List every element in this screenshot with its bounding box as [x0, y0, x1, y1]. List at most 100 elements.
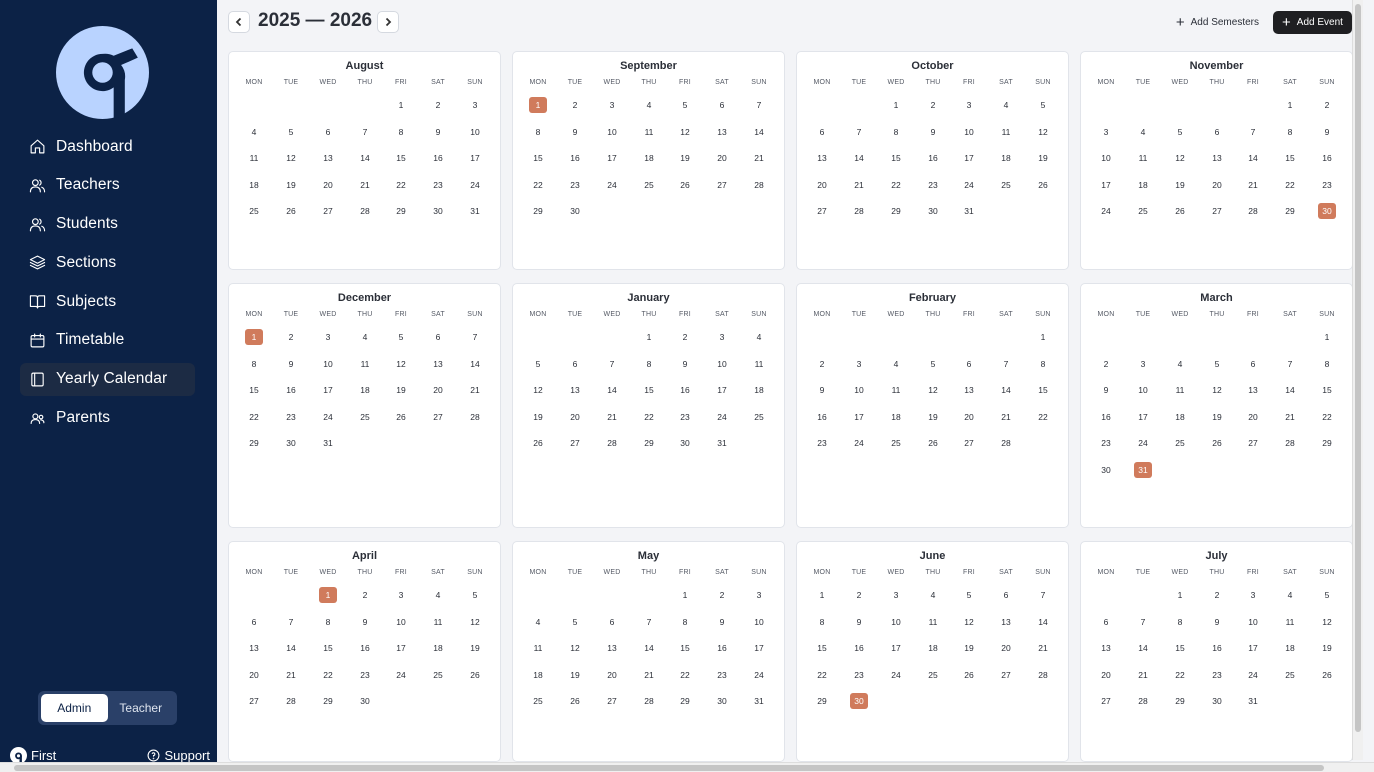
vertical-scrollbar[interactable] — [1352, 0, 1363, 760]
sidebar-item-yearly-calendar[interactable]: Yearly Calendar — [20, 362, 195, 396]
day-cell[interactable]: 5 — [566, 614, 584, 630]
day-cell[interactable]: 4 — [429, 587, 447, 603]
day-cell[interactable]: 10 — [887, 614, 905, 630]
day-cell[interactable]: 13 — [713, 124, 731, 140]
day-cell[interactable]: 1 — [1281, 97, 1299, 113]
day-cell[interactable]: 20 — [429, 382, 447, 398]
day-cell[interactable]: 6 — [566, 356, 584, 372]
day-cell[interactable]: 23 — [566, 177, 584, 193]
day-cell[interactable]: 27 — [960, 435, 978, 451]
day-cell[interactable]: 14 — [356, 150, 374, 166]
day-cell[interactable]: 25 — [750, 409, 768, 425]
day-cell[interactable]: 28 — [466, 409, 484, 425]
day-cell[interactable]: 23 — [1208, 667, 1226, 683]
day-cell[interactable]: 24 — [1097, 203, 1115, 219]
day-cell[interactable]: 29 — [529, 203, 547, 219]
day-cell[interactable]: 30 — [1208, 693, 1226, 709]
day-cell[interactable]: 3 — [750, 587, 768, 603]
day-cell[interactable]: 30 — [566, 203, 584, 219]
day-cell[interactable]: 4 — [887, 356, 905, 372]
day-cell[interactable]: 27 — [997, 667, 1015, 683]
day-cell[interactable]: 25 — [245, 203, 263, 219]
day-cell[interactable]: 14 — [603, 382, 621, 398]
day-cell[interactable]: 17 — [1097, 177, 1115, 193]
day-cell[interactable]: 11 — [529, 640, 547, 656]
day-cell[interactable]: 19 — [1034, 150, 1052, 166]
day-cell[interactable]: 29 — [245, 435, 263, 451]
day-cell[interactable]: 26 — [1208, 435, 1226, 451]
day-cell[interactable]: 28 — [750, 177, 768, 193]
day-cell[interactable]: 28 — [1244, 203, 1262, 219]
day-cell[interactable]: 8 — [1318, 356, 1336, 372]
sidebar-item-students[interactable]: Students — [20, 208, 195, 241]
day-cell[interactable]: 2 — [813, 356, 831, 372]
day-cell[interactable]: 25 — [429, 667, 447, 683]
day-cell[interactable]: 23 — [713, 667, 731, 683]
day-cell[interactable]: 11 — [887, 382, 905, 398]
day-cell[interactable]: 18 — [1171, 409, 1189, 425]
day-cell[interactable]: 7 — [750, 97, 768, 113]
day-cell[interactable]: 4 — [1281, 587, 1299, 603]
day-cell[interactable]: 8 — [392, 124, 410, 140]
day-cell[interactable]: 25 — [529, 693, 547, 709]
day-cell[interactable]: 15 — [640, 382, 658, 398]
day-cell[interactable]: 5 — [282, 124, 300, 140]
day-cell[interactable]: 17 — [887, 640, 905, 656]
day-cell[interactable]: 16 — [850, 640, 868, 656]
day-cell[interactable]: 1 — [813, 587, 831, 603]
day-cell[interactable]: 17 — [466, 150, 484, 166]
day-cell[interactable]: 14 — [750, 124, 768, 140]
day-cell[interactable]: 7 — [282, 614, 300, 630]
day-cell[interactable]: 20 — [1208, 177, 1226, 193]
day-cell[interactable]: 20 — [319, 177, 337, 193]
day-cell[interactable]: 13 — [997, 614, 1015, 630]
day-cell[interactable]: 2 — [1097, 356, 1115, 372]
day-cell[interactable]: 5 — [1034, 97, 1052, 113]
day-cell[interactable]: 23 — [676, 409, 694, 425]
support-link[interactable]: Support — [147, 748, 210, 763]
day-cell[interactable]: 19 — [960, 640, 978, 656]
day-cell[interactable]: 19 — [1318, 640, 1336, 656]
day-cell[interactable]: 12 — [1208, 382, 1226, 398]
day-cell[interactable]: 22 — [813, 667, 831, 683]
day-cell[interactable]: 14 — [1134, 640, 1152, 656]
brand-link[interactable]: First — [10, 746, 56, 764]
day-cell[interactable]: 21 — [1244, 177, 1262, 193]
day-cell[interactable]: 27 — [813, 203, 831, 219]
day-cell[interactable]: 7 — [1244, 124, 1262, 140]
day-cell[interactable]: 29 — [640, 435, 658, 451]
day-cell[interactable]: 6 — [713, 97, 731, 113]
day-cell[interactable]: 13 — [245, 640, 263, 656]
day-cell-highlighted[interactable]: 30 — [850, 693, 868, 709]
day-cell[interactable]: 5 — [529, 356, 547, 372]
day-cell[interactable]: 18 — [356, 382, 374, 398]
day-cell[interactable]: 16 — [713, 640, 731, 656]
day-cell[interactable]: 19 — [466, 640, 484, 656]
sidebar-item-dashboard[interactable]: Dashboard — [20, 130, 195, 163]
day-cell[interactable]: 16 — [813, 409, 831, 425]
day-cell[interactable]: 10 — [319, 356, 337, 372]
day-cell[interactable]: 17 — [960, 150, 978, 166]
day-cell[interactable]: 11 — [750, 356, 768, 372]
day-cell[interactable]: 29 — [1318, 435, 1336, 451]
day-cell[interactable]: 29 — [1281, 203, 1299, 219]
day-cell[interactable]: 21 — [603, 409, 621, 425]
day-cell[interactable]: 12 — [1034, 124, 1052, 140]
day-cell[interactable]: 9 — [713, 614, 731, 630]
day-cell[interactable]: 24 — [960, 177, 978, 193]
day-cell[interactable]: 21 — [1281, 409, 1299, 425]
day-cell[interactable]: 16 — [356, 640, 374, 656]
day-cell[interactable]: 26 — [466, 667, 484, 683]
day-cell[interactable]: 8 — [529, 124, 547, 140]
day-cell[interactable]: 30 — [429, 203, 447, 219]
day-cell[interactable]: 28 — [1034, 667, 1052, 683]
day-cell[interactable]: 12 — [392, 356, 410, 372]
day-cell[interactable]: 23 — [356, 667, 374, 683]
day-cell[interactable]: 12 — [282, 150, 300, 166]
day-cell[interactable]: 1 — [1034, 329, 1052, 345]
day-cell[interactable]: 11 — [640, 124, 658, 140]
day-cell[interactable]: 19 — [1208, 409, 1226, 425]
day-cell[interactable]: 14 — [1034, 614, 1052, 630]
day-cell[interactable]: 16 — [1208, 640, 1226, 656]
day-cell[interactable]: 24 — [887, 667, 905, 683]
